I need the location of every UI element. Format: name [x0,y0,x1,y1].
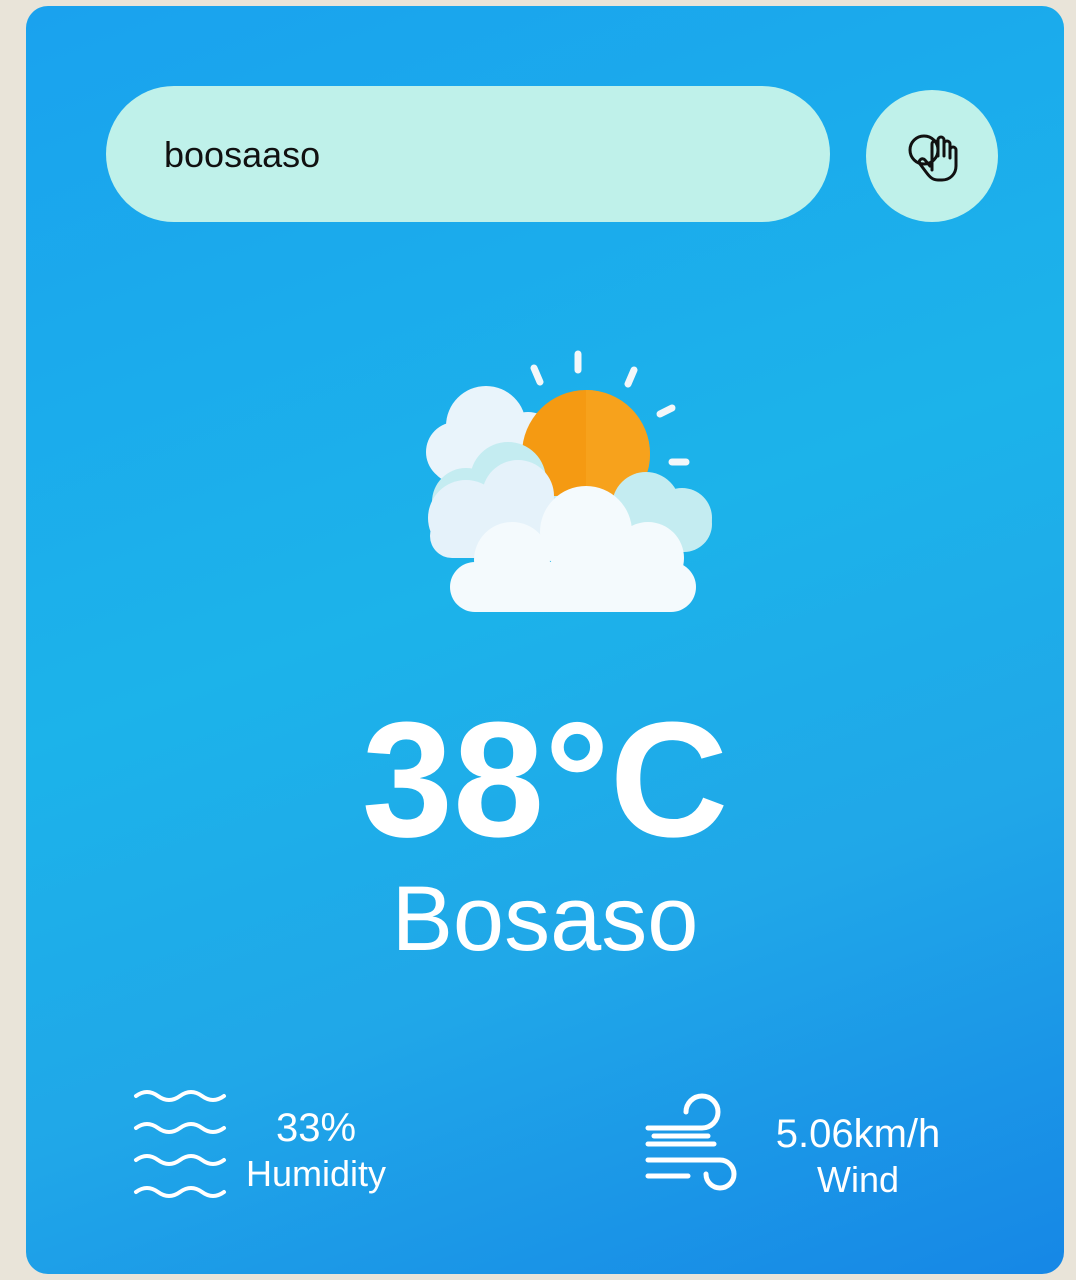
city-name: Bosaso [391,868,699,970]
humidity-label: Humidity [245,1153,387,1194]
search-bar [106,86,830,222]
partly-cloudy-sun-icon [426,350,712,612]
weather-card: 38°C Bosaso 33% Humidity 5.06km/h Wind [26,6,1064,1274]
wind-value: 5.06km/h [775,1112,941,1156]
hand-pointer-icon [908,134,958,182]
humidity-value: 33% [275,1106,357,1150]
temperature: 38°C [361,688,729,871]
search-button[interactable] [866,90,998,222]
wind-icon [645,1093,737,1191]
wind-label: Wind [816,1159,900,1200]
humidity-stat: 33% Humidity [236,1104,396,1196]
search-input[interactable] [162,124,766,186]
humidity-waves-icon [134,1090,226,1198]
wind-stat: 5.06km/h Wind [748,1110,968,1202]
